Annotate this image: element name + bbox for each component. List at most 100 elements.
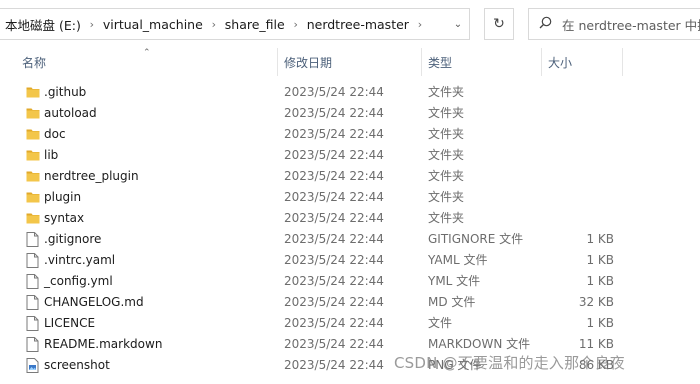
file-name: doc [44, 127, 66, 141]
file-name: CHANGELOG.md [44, 295, 144, 309]
folder-icon [26, 148, 40, 163]
file-size: 32 KB [578, 295, 614, 309]
folder-icon [26, 85, 40, 100]
file-date: 2023/5/24 22:44 [284, 127, 384, 141]
file-type: 文件夹 [428, 85, 465, 99]
file-date: 2023/5/24 22:44 [284, 190, 384, 204]
file-name: plugin [44, 190, 82, 204]
file-icon [26, 316, 40, 331]
file-name: lib [44, 148, 59, 162]
column-header-size[interactable]: 大小 [544, 48, 622, 76]
column-header-date-label: 修改日期 [284, 55, 333, 70]
address-history-dropdown[interactable]: ⌄ [444, 8, 472, 40]
file-type: 文件夹 [428, 127, 465, 141]
file-name: syntax [44, 211, 85, 225]
search-placeholder: 在 nerdtree-master 中搜 [562, 17, 700, 33]
file-date: 2023/5/24 22:44 [284, 169, 384, 183]
file-type: 文件夹 [428, 211, 465, 225]
chevron-right-icon[interactable]: › [285, 18, 307, 31]
file-date: 2023/5/24 22:44 [284, 358, 384, 372]
column-divider[interactable] [277, 48, 278, 76]
file-date: 2023/5/24 22:44 [284, 148, 384, 162]
file-name: _config.yml [44, 274, 113, 288]
chevron-right-icon[interactable]: › [409, 18, 431, 31]
file-date: 2023/5/24 22:44 [284, 85, 384, 99]
file-row[interactable]: plugin 2023/5/24 22:44 文件夹 [0, 187, 700, 208]
file-name: .github [44, 85, 87, 99]
folder-icon [26, 211, 40, 226]
file-icon [26, 274, 40, 289]
file-name: autoload [44, 106, 97, 120]
column-header-date[interactable]: 修改日期 [280, 48, 420, 76]
file-date: 2023/5/24 22:44 [284, 211, 384, 225]
folder-icon [26, 127, 40, 142]
file-row[interactable]: .github 2023/5/24 22:44 文件夹 [0, 82, 700, 103]
file-size: 1 KB [586, 316, 614, 330]
chevron-right-icon[interactable]: › [81, 18, 103, 31]
file-row[interactable]: syntax 2023/5/24 22:44 文件夹 [0, 208, 700, 229]
watermark: CSDN @不要温和的走入那个良夜 [394, 354, 625, 372]
breadcrumb-drive[interactable]: 本地磁盘 (E:) [5, 15, 81, 34]
file-icon [26, 337, 40, 352]
file-icon [26, 232, 40, 247]
file-type: 文件夹 [428, 148, 465, 162]
file-type: YML 文件 [428, 274, 481, 288]
refresh-button[interactable]: ↻ [484, 8, 514, 40]
file-row[interactable]: CHANGELOG.md 2023/5/24 22:44 MD 文件 32 KB [0, 292, 700, 313]
file-date: 2023/5/24 22:44 [284, 274, 384, 288]
column-divider[interactable] [541, 48, 542, 76]
file-date: 2023/5/24 22:44 [284, 253, 384, 267]
address-bar[interactable]: 本地磁盘 (E:) › virtual_machine › share_file… [0, 8, 470, 40]
image-file-icon [26, 358, 40, 373]
file-row[interactable]: _config.yml 2023/5/24 22:44 YML 文件 1 KB [0, 271, 700, 292]
file-type: 文件夹 [428, 169, 465, 183]
file-size: 1 KB [586, 253, 614, 267]
file-type: MD 文件 [428, 295, 476, 309]
file-name: LICENCE [44, 316, 96, 330]
file-row[interactable]: doc 2023/5/24 22:44 文件夹 [0, 124, 700, 145]
file-date: 2023/5/24 22:44 [284, 106, 384, 120]
file-name: .gitignore [44, 232, 102, 246]
chevron-right-icon[interactable]: › [203, 18, 225, 31]
file-row[interactable]: LICENCE 2023/5/24 22:44 文件 1 KB [0, 313, 700, 334]
file-row[interactable]: nerdtree_plugin 2023/5/24 22:44 文件夹 [0, 166, 700, 187]
refresh-icon: ↻ [493, 16, 505, 32]
column-divider[interactable] [421, 48, 422, 76]
file-name: .vintrc.yaml [44, 253, 116, 267]
column-header-name[interactable]: 名称 [18, 48, 276, 76]
chevron-down-icon: ⌄ [453, 18, 463, 30]
file-type: YAML 文件 [428, 253, 488, 267]
file-explorer-window: 本地磁盘 (E:) › virtual_machine › share_file… [0, 0, 700, 384]
folder-icon [26, 106, 40, 121]
file-name: README.markdown [44, 337, 163, 351]
file-icon [26, 253, 40, 268]
file-date: 2023/5/24 22:44 [284, 337, 384, 351]
column-header-type[interactable]: 类型 [424, 48, 538, 76]
file-name: nerdtree_plugin [44, 169, 139, 183]
column-header-name-label: 名称 [22, 55, 47, 70]
column-header-row: ⌃ 名称 修改日期 类型 大小 [0, 48, 700, 76]
search-input[interactable]: 在 nerdtree-master 中搜 [528, 8, 700, 40]
file-row[interactable]: lib 2023/5/24 22:44 文件夹 [0, 145, 700, 166]
file-type: 文件夹 [428, 106, 465, 120]
file-type: 文件夹 [428, 190, 465, 204]
breadcrumb-nerdtree-master[interactable]: nerdtree-master [307, 17, 409, 32]
navigation-bar: 本地磁盘 (E:) › virtual_machine › share_file… [0, 0, 700, 48]
column-header-type-label: 类型 [428, 55, 453, 70]
file-date: 2023/5/24 22:44 [284, 295, 384, 309]
column-header-size-label: 大小 [548, 55, 573, 70]
file-icon [26, 295, 40, 310]
breadcrumb-share-file[interactable]: share_file [225, 17, 285, 32]
column-divider[interactable] [622, 48, 623, 76]
folder-icon [26, 169, 40, 184]
file-row[interactable]: autoload 2023/5/24 22:44 文件夹 [0, 103, 700, 124]
search-icon [539, 16, 552, 33]
file-list: .github 2023/5/24 22:44 文件夹 autoload 2023/5/… [0, 82, 700, 376]
file-size: 1 KB [586, 232, 614, 246]
file-row[interactable]: .vintrc.yaml 2023/5/24 22:44 YAML 文件 1 KB [0, 250, 700, 271]
file-type: GITIGNORE 文件 [428, 232, 524, 246]
file-row[interactable]: .gitignore 2023/5/24 22:44 GITIGNORE 文件 1 K… [0, 229, 700, 250]
folder-icon [26, 190, 40, 205]
breadcrumb-virtual-machine[interactable]: virtual_machine [103, 17, 203, 32]
file-name: screenshot [44, 358, 110, 372]
